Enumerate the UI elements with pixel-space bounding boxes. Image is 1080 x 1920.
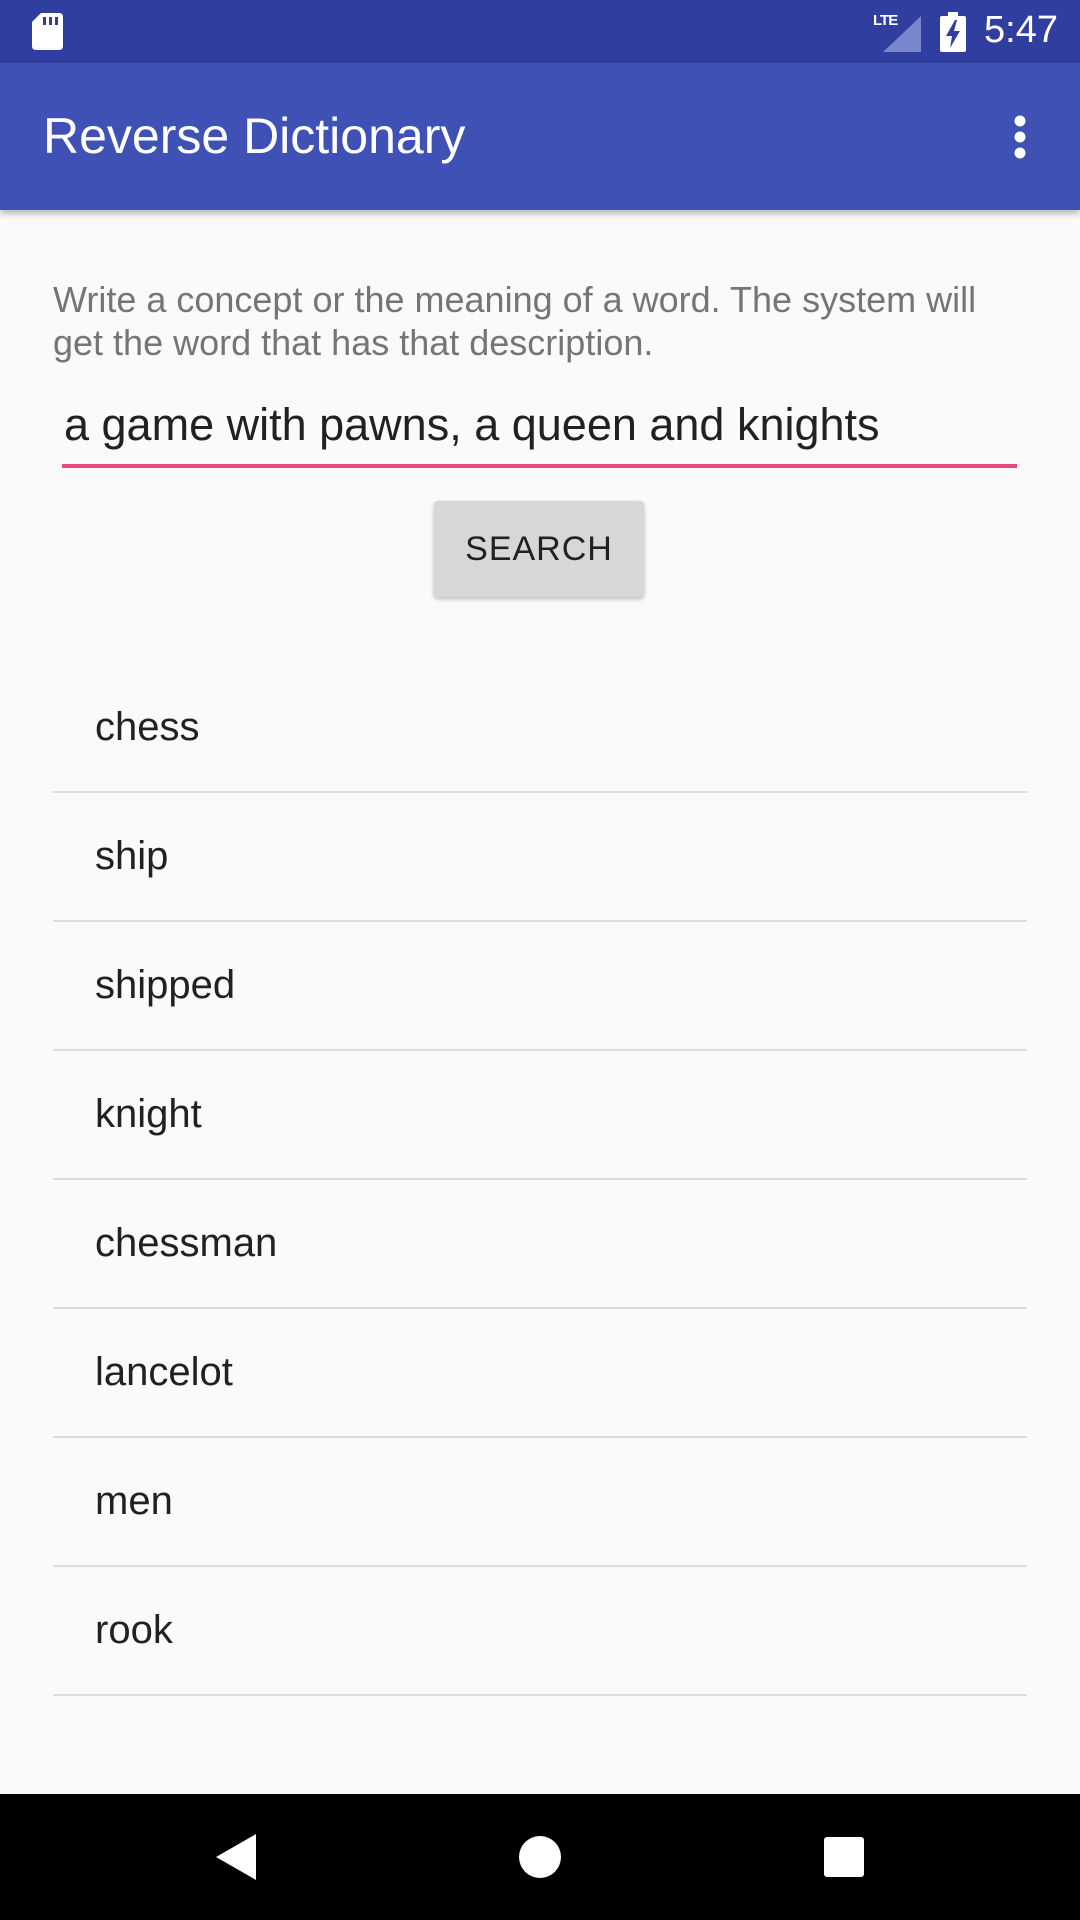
search-button[interactable]: SEARCH: [434, 501, 644, 597]
instructions-text: Write a concept or the meaning of a word…: [53, 279, 977, 363]
recents-square-icon: [824, 1837, 864, 1877]
recents-button[interactable]: [774, 1794, 914, 1920]
back-triangle-icon: [216, 1834, 256, 1880]
result-item[interactable]: knight: [53, 1051, 1027, 1180]
back-button[interactable]: [166, 1794, 306, 1920]
result-item[interactable]: rook: [53, 1567, 1027, 1696]
result-item[interactable]: ship: [53, 793, 1027, 922]
status-bar: LTE 5:47: [0, 0, 1080, 63]
app-title: Reverse Dictionary: [43, 108, 466, 164]
screen: LTE 5:47 Reverse Dictionary Write a conc…: [0, 0, 1080, 1920]
result-item[interactable]: chess: [53, 664, 1027, 793]
overflow-menu-button[interactable]: [960, 63, 1080, 210]
query-input[interactable]: [62, 396, 1017, 468]
network-type-label: LTE: [873, 12, 898, 29]
battery-charging-icon: [940, 12, 966, 52]
result-item[interactable]: men: [53, 1438, 1027, 1567]
app-bar: Reverse Dictionary: [0, 63, 1080, 210]
result-item[interactable]: shipped: [53, 922, 1027, 1051]
sd-card-icon: [32, 13, 63, 50]
more-vert-icon: [1014, 115, 1026, 158]
status-clock: 5:47: [984, 9, 1058, 51]
result-item[interactable]: lancelot: [53, 1309, 1027, 1438]
home-circle-icon: [519, 1836, 561, 1878]
result-item[interactable]: chessman: [53, 1180, 1027, 1309]
home-button[interactable]: [470, 1794, 610, 1920]
results-list: chess ship shipped knight chessman lancelot me…: [53, 664, 1027, 1696]
navigation-bar: [0, 1794, 1080, 1920]
network-indicator: LTE: [873, 12, 921, 52]
